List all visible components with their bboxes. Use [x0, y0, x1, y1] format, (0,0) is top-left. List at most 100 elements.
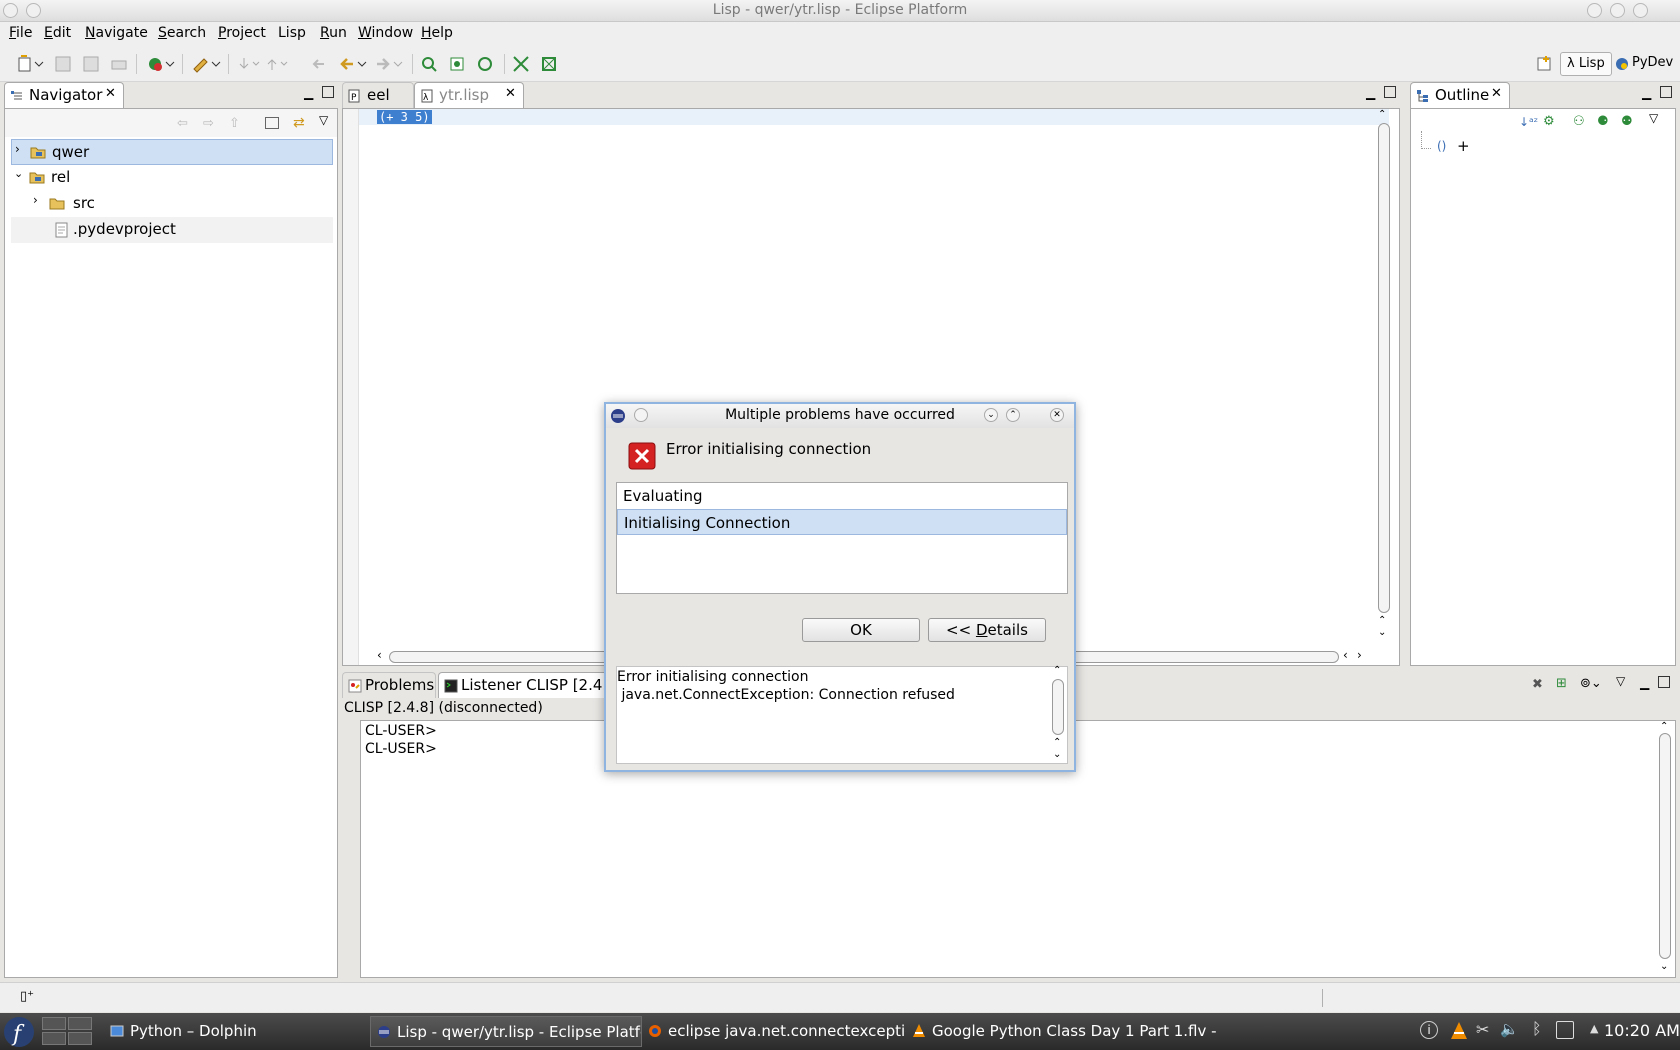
maximize-view-icon[interactable]: [1658, 676, 1670, 688]
code-line[interactable]: (+ 3 5): [377, 110, 432, 124]
hide-nonpublic-icon[interactable]: ⚉: [1621, 114, 1633, 129]
info-icon[interactable]: i: [1420, 1021, 1438, 1039]
new-icon[interactable]: [18, 55, 44, 73]
desktop-3[interactable]: [42, 1032, 66, 1045]
link-with-editor-icon[interactable]: ⇄: [293, 115, 305, 131]
tab-ytr-lisp[interactable]: λ ytr.lisp ✕: [414, 82, 524, 108]
save-icon[interactable]: [54, 55, 72, 73]
task-eclipse[interactable]: Lisp - qwer/ytr.lisp - Eclipse Platform: [370, 1016, 642, 1047]
vlc-tray-icon[interactable]: [1450, 1021, 1468, 1041]
prev-annotation-icon[interactable]: [264, 55, 288, 73]
minimize-view-icon[interactable]: ▁: [1642, 86, 1651, 100]
list-item[interactable]: Evaluating: [617, 483, 1067, 509]
maximize-view-icon[interactable]: [322, 86, 334, 98]
pin-console-icon[interactable]: ⊞: [1556, 676, 1567, 691]
back-icon[interactable]: [338, 55, 367, 73]
problems-list[interactable]: Evaluating Initialising Connection: [616, 482, 1068, 594]
minimize-icon[interactable]: ⌄: [984, 408, 998, 422]
next-annotation-icon[interactable]: [236, 55, 260, 73]
debug-icon[interactable]: [146, 55, 175, 73]
filter-icon[interactable]: ⚙: [1543, 114, 1555, 129]
menu-help[interactable]: Help: [421, 25, 453, 41]
back-icon[interactable]: ⇦: [177, 116, 188, 131]
run-tools-icon[interactable]: [192, 55, 221, 73]
tree-item-qwer[interactable]: › qwer: [11, 139, 333, 165]
view-menu-chevron-down-icon[interactable]: ▽: [319, 113, 328, 127]
minimize-view-icon[interactable]: ▁: [1640, 676, 1649, 690]
lisp-refresh-icon[interactable]: [476, 55, 494, 73]
view-menu-chevron-down-icon[interactable]: ▽: [1616, 674, 1625, 688]
sort-icon[interactable]: ↓ᵃᶻ: [1519, 115, 1538, 129]
minimize-icon[interactable]: [1587, 3, 1602, 18]
forward-icon[interactable]: [374, 55, 403, 73]
menu-search[interactable]: Search: [158, 25, 206, 41]
editor-vertical-scrollbar[interactable]: ⌃ ⌃ ⌄: [1373, 109, 1397, 645]
list-item-selected[interactable]: Initialising Connection: [617, 509, 1067, 535]
details-button[interactable]: << Details: [928, 618, 1046, 642]
network-icon[interactable]: [1556, 1021, 1574, 1039]
menu-run[interactable]: Run: [320, 25, 347, 41]
close-outline-icon[interactable]: ✕: [1491, 86, 1502, 101]
close-navigator-icon[interactable]: ✕: [105, 86, 116, 101]
display-console-icon[interactable]: ⊚⌄: [1580, 676, 1602, 691]
last-edit-icon[interactable]: [310, 55, 328, 73]
menu-navigate[interactable]: Navigate: [85, 25, 148, 41]
expand-arrow-icon[interactable]: ›: [33, 193, 38, 207]
lisp-connect-icon[interactable]: [420, 55, 438, 73]
details-scrollbar[interactable]: ⌃ ⌃ ⌄: [1049, 665, 1067, 763]
expand-icon[interactable]: [512, 55, 530, 73]
tab-outline[interactable]: Outline ✕: [1410, 82, 1510, 108]
perspective-pydev[interactable]: PyDev: [1612, 52, 1679, 76]
collapse-icon[interactable]: [540, 55, 558, 73]
terminate-icon[interactable]: ✖: [1532, 677, 1543, 692]
minimize-editor-icon[interactable]: ▁: [1366, 86, 1375, 100]
tab-navigator[interactable]: Navigator ✕: [4, 82, 124, 108]
desktop-4[interactable]: [68, 1032, 92, 1045]
maximize-editor-icon[interactable]: [1384, 86, 1396, 98]
window-titlebar[interactable]: Lisp - qwer/ytr.lisp - Eclipse Platform: [0, 0, 1680, 22]
expand-arrow-icon[interactable]: ›: [15, 142, 20, 156]
tray-expand-icon[interactable]: ▲: [1590, 1022, 1598, 1035]
ok-button[interactable]: OK: [802, 618, 920, 642]
hide-static-icon[interactable]: ⚈: [1597, 114, 1609, 129]
scrollbar-thumb[interactable]: [1378, 123, 1390, 613]
dialog-titlebar[interactable]: Multiple problems have occurred ⌄ ⌃ ✕: [606, 404, 1074, 428]
close-tab-icon[interactable]: ✕: [505, 86, 516, 101]
menu-project[interactable]: Project: [218, 25, 266, 41]
tab-problems[interactable]: Problems: [342, 672, 436, 698]
minimize-view-icon[interactable]: ▁: [304, 86, 316, 100]
collapse-all-icon[interactable]: [265, 117, 279, 129]
clock[interactable]: 10:20 AM: [1604, 1021, 1680, 1040]
maximize-icon[interactable]: ⌃: [1006, 408, 1020, 422]
forward-icon[interactable]: ⇨: [203, 116, 214, 131]
menu-file[interactable]: File: [9, 25, 32, 41]
outline-item[interactable]: +: [1457, 137, 1470, 155]
desktop-1[interactable]: [42, 1017, 66, 1030]
scissors-icon[interactable]: ✂: [1476, 1020, 1489, 1039]
fast-view-icon[interactable]: ▯⁺: [20, 989, 34, 1004]
close-window-icon[interactable]: [1633, 3, 1648, 18]
bluetooth-icon[interactable]: ᛒ: [1532, 1019, 1542, 1038]
open-perspective-icon[interactable]: [1536, 55, 1554, 73]
task-firefox[interactable]: eclipse java.net.connectexception: [642, 1016, 906, 1047]
scrollbar-thumb[interactable]: [1052, 679, 1064, 735]
menu-lisp[interactable]: Lisp: [278, 25, 306, 41]
print-icon[interactable]: [110, 55, 128, 73]
save-all-icon[interactable]: [82, 55, 100, 73]
lisp-compile-icon[interactable]: [448, 55, 466, 73]
close-dialog-icon[interactable]: ✕: [1050, 408, 1064, 422]
perspective-lisp[interactable]: λ Lisp: [1560, 52, 1612, 76]
details-text-area[interactable]: Error initialising connection java.net.C…: [616, 665, 1068, 764]
scrollbar-thumb[interactable]: [1659, 733, 1671, 959]
tree-item-src[interactable]: › src: [11, 191, 341, 217]
menu-window[interactable]: Window: [358, 25, 413, 41]
task-vlc[interactable]: Google Python Class Day 1 Part 1.flv -: [906, 1016, 1218, 1047]
tree-item-pydevproject[interactable]: .pydevproject: [11, 217, 333, 243]
fedora-menu-icon[interactable]: f: [2, 1015, 36, 1049]
menu-edit[interactable]: Edit: [44, 25, 71, 41]
desktop-2[interactable]: [68, 1017, 92, 1030]
tab-eel[interactable]: P eel: [342, 82, 414, 108]
up-icon[interactable]: ⇧: [229, 116, 240, 131]
collapse-arrow-icon[interactable]: ⌄: [14, 167, 23, 180]
console-vertical-scrollbar[interactable]: ⌃ ⌄: [1657, 721, 1673, 977]
